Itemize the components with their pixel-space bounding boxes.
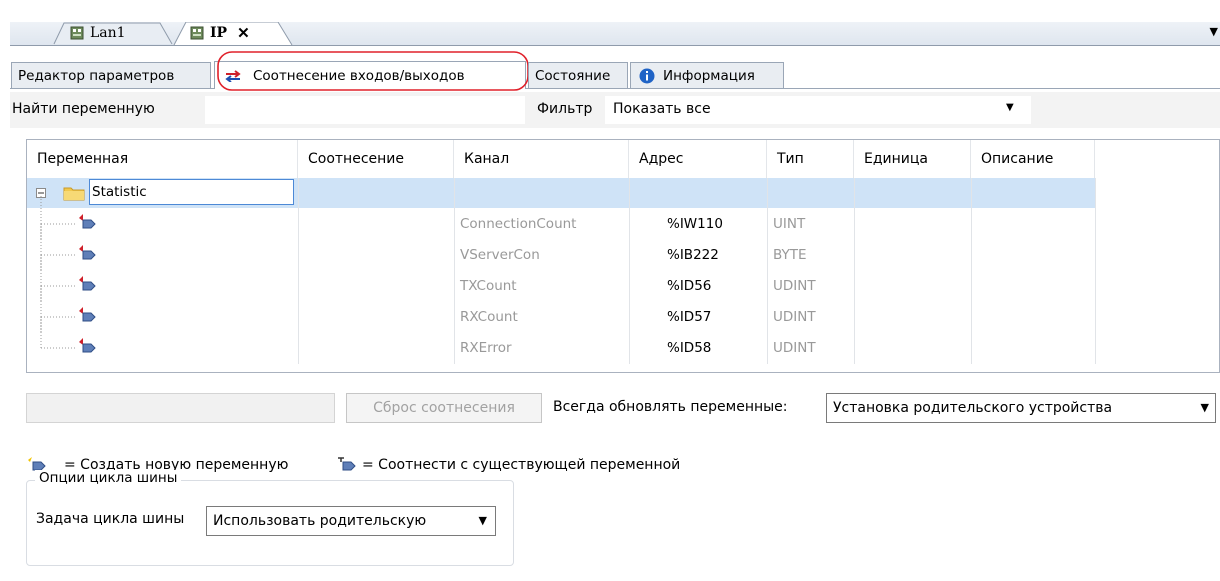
bus-cycle-task-label: Задача цикла шины [36, 511, 185, 527]
tab-label: Состояние [535, 67, 611, 84]
always-update-combo[interactable]: Установка родительского устройства ▼ [826, 393, 1216, 423]
dropdown-arrow-icon[interactable]: ▼ [1006, 102, 1014, 113]
find-variable-input[interactable] [205, 96, 525, 124]
address-cell: %ID57 [667, 309, 712, 325]
description-cell[interactable] [971, 333, 1095, 363]
channel-cell: RXCount [460, 309, 518, 325]
mapping-cell[interactable] [298, 302, 454, 332]
type-cell: UINT [773, 216, 806, 232]
tab-parameter-editor[interactable]: Редактор параметров [11, 62, 211, 88]
close-icon[interactable]: ✕ [237, 24, 250, 42]
unit-cell[interactable] [854, 302, 971, 332]
device-icon [190, 26, 204, 40]
type-cell: UDINT [773, 278, 816, 294]
bus-cycle-group-title: Опции цикла шины [35, 470, 182, 486]
column-header-channel[interactable]: Канал [454, 140, 629, 178]
bus-cycle-task-combo[interactable]: Использовать родительскую ▼ [206, 506, 496, 536]
dropdown-arrow-icon[interactable]: ▼ [479, 514, 487, 527]
grid-line [298, 178, 299, 364]
description-cell[interactable] [971, 240, 1095, 270]
description-cell[interactable] [971, 302, 1095, 332]
column-header-address[interactable]: Адрес [629, 140, 767, 178]
always-update-label: Всегда обновлять переменные: [553, 399, 788, 415]
reset-mapping-button[interactable]: Сброс соотнесения [346, 393, 542, 423]
find-variable-label[interactable]: Найти переменную [12, 101, 155, 117]
tab-list-dropdown-icon[interactable]: ▼ [1210, 25, 1218, 38]
filter-label: Фильтр [537, 101, 593, 117]
device-icon [70, 26, 84, 40]
filter-combo[interactable]: Показать все ▼ [605, 96, 1031, 124]
type-cell: BYTE [773, 247, 807, 263]
channel-cell: TXCount [460, 278, 517, 294]
group-row-statistic[interactable]: Statistic [27, 178, 1095, 208]
tab-information[interactable]: Информация [630, 62, 784, 88]
dropdown-arrow-icon[interactable]: ▼ [1201, 401, 1209, 414]
table-row[interactable]: ConnectionCount %IW110 UINT [27, 193, 1095, 239]
table-row[interactable]: RXError %ID58 UDINT [27, 317, 1095, 363]
mapping-cell[interactable] [298, 240, 454, 270]
bus-cycle-task-value: Использовать родительскую [213, 513, 427, 529]
column-header-type[interactable]: Тип [767, 140, 854, 178]
legend-existing-variable: = Соотнести с существующей переменной [362, 457, 681, 473]
tab-label: Редактор параметров [18, 67, 175, 84]
filter-value: Показать все [613, 101, 711, 117]
mapping-value-field [26, 393, 335, 423]
unit-cell[interactable] [854, 240, 971, 270]
existing-variable-icon [338, 457, 356, 471]
mapping-cell[interactable] [298, 333, 454, 363]
address-cell: %IB222 [667, 247, 719, 263]
mapping-cell[interactable] [298, 271, 454, 301]
table-row[interactable]: VServerCon %IB222 BYTE [27, 224, 1095, 270]
grid-line [1095, 178, 1096, 364]
document-tab-strip: Lan1 IP ✕ ▼ [10, 22, 1220, 46]
doc-tab-label: IP [210, 25, 228, 41]
info-icon [639, 68, 655, 84]
address-cell: %ID58 [667, 340, 712, 356]
always-update-value: Установка родительского устройства [833, 400, 1113, 416]
editor-tab-strip: Редактор параметров Соотнесение входов/в… [10, 51, 1220, 91]
unit-cell[interactable] [854, 271, 971, 301]
description-cell[interactable] [971, 271, 1095, 301]
type-cell: UDINT [773, 309, 816, 325]
grid-line [454, 178, 455, 364]
address-cell: %IW110 [667, 216, 723, 232]
channel-cell: RXError [460, 340, 512, 356]
column-header-variable[interactable]: Переменная [27, 140, 298, 178]
grid-line [971, 178, 972, 364]
type-cell: UDINT [773, 340, 816, 356]
grid-line [854, 178, 855, 364]
column-header-description[interactable]: Описание [971, 140, 1095, 178]
grid-line [767, 178, 768, 364]
unit-cell[interactable] [854, 209, 971, 239]
io-mapping-table: Переменная Соотнесение Канал Адрес Тип Е… [26, 139, 1220, 373]
channel-cell: ConnectionCount [460, 216, 577, 232]
channel-cell: VServerCon [460, 247, 540, 263]
unit-cell[interactable] [854, 333, 971, 363]
doc-tab-ip[interactable]: IP ✕ [160, 22, 350, 46]
doc-tab-label: Lan1 [90, 25, 126, 41]
highlight-ring [217, 51, 529, 91]
variable-cell[interactable] [27, 333, 298, 363]
tab-status[interactable]: Состояние [528, 62, 628, 88]
grid-line [629, 178, 630, 364]
description-cell[interactable] [971, 209, 1095, 239]
column-header-unit[interactable]: Единица [854, 140, 971, 178]
column-header-mapping[interactable]: Соотнесение [298, 140, 454, 178]
address-cell: %ID56 [667, 278, 712, 294]
table-row[interactable]: RXCount %ID57 UDINT [27, 286, 1095, 332]
mapping-cell[interactable] [298, 209, 454, 239]
table-row[interactable]: TXCount %ID56 UDINT [27, 255, 1095, 301]
tab-label: Информация [663, 67, 755, 84]
group-name: Statistic [89, 179, 294, 205]
